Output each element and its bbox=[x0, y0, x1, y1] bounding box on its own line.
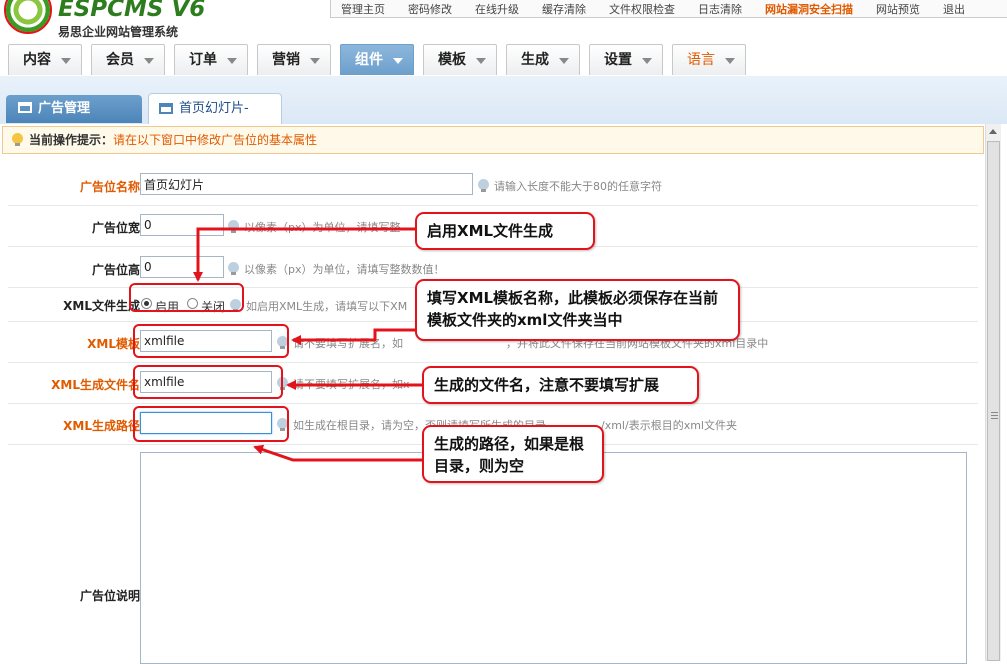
nav-tab-content[interactable]: 内容 bbox=[8, 44, 82, 75]
lightbulb-icon bbox=[228, 220, 239, 233]
chevron-down-icon bbox=[227, 58, 237, 64]
chevron-down-icon bbox=[310, 58, 320, 64]
field-tip: 请输入长度不能大于80的任意字符 bbox=[478, 178, 662, 194]
logo-brand: ESPCMS V6 bbox=[58, 0, 206, 22]
nav-tab-order[interactable]: 订单 bbox=[174, 44, 248, 75]
top-link-upgrade[interactable]: 在线升级 bbox=[465, 1, 519, 17]
logo-emblem-icon bbox=[4, 0, 52, 34]
tip-text: 请输入长度不能大于80的任意字符 bbox=[494, 180, 662, 193]
tip-text-tail: /xml/表示根目的xml文件夹 bbox=[601, 419, 737, 432]
tip-text: 请不要填写扩展名，如x bbox=[293, 378, 410, 391]
espcms-logo: ESPCMS V6 易思企业网站管理系统 bbox=[0, 0, 330, 42]
ad-width-input[interactable] bbox=[140, 214, 224, 236]
nav-tab-label: 生成 bbox=[521, 52, 549, 68]
nav-tab-marketing[interactable]: 营销 bbox=[257, 44, 331, 75]
chevron-down-icon bbox=[144, 58, 154, 64]
hint-text: 请在以下窗口中修改广告位的基本属性 bbox=[113, 133, 318, 147]
highlight-radio-group bbox=[129, 283, 244, 312]
field-tip: 如启用XML生成，请填写以下XM bbox=[230, 298, 408, 314]
nav-tab-generate[interactable]: 生成 bbox=[506, 44, 580, 75]
highlight-xml-path bbox=[133, 406, 289, 442]
nav-tab-components[interactable]: 组件 bbox=[340, 44, 414, 75]
callout-enable-xml: 启用XML文件生成 bbox=[415, 212, 595, 250]
top-link-logout[interactable]: 退出 bbox=[933, 1, 965, 17]
nav-tab-label: 营销 bbox=[272, 52, 300, 68]
chevron-down-icon bbox=[642, 58, 652, 64]
callout-xml-template: 填写XML模板名称，此模板必须保存在当前模板文件夹的xml文件夹当中 bbox=[415, 279, 740, 341]
main-nav: 内容 会员 订单 营销 组件 模板 生成 设置 语言 bbox=[0, 44, 1007, 77]
field-label: 广告位宽 bbox=[91, 221, 140, 235]
highlight-xml-template bbox=[133, 324, 289, 358]
lightbulb-icon bbox=[12, 133, 23, 146]
ad-description-textarea[interactable] bbox=[140, 452, 967, 664]
nav-tab-label: 组件 bbox=[355, 52, 383, 68]
scrollbar-thumb[interactable] bbox=[987, 141, 1000, 661]
chevron-down-icon bbox=[725, 58, 735, 64]
tip-text: 以像素（px）为单位，请填写整 bbox=[244, 221, 401, 234]
window-icon bbox=[18, 102, 32, 113]
field-tip: 以像素（px）为单位，请填写整 bbox=[228, 219, 401, 235]
top-link-cache-clear[interactable]: 缓存清除 bbox=[532, 1, 586, 17]
field-tip: 以像素（px）为单位，请填写整数数值！ bbox=[228, 261, 445, 277]
nav-tab-label: 模板 bbox=[438, 52, 466, 68]
chevron-down-icon bbox=[61, 58, 71, 64]
callout-gen-path: 生成的路径，如果是根目录，则为空 bbox=[422, 425, 604, 483]
nav-tab-label: 订单 bbox=[189, 52, 217, 68]
nav-tab-settings[interactable]: 设置 bbox=[589, 44, 663, 75]
sub-tab-bar: 广告管理 首页幻灯片- bbox=[0, 76, 1007, 124]
chevron-down-icon bbox=[559, 58, 569, 64]
subtab-label: 首页幻灯片- bbox=[179, 101, 249, 116]
nav-tab-language[interactable]: 语言 bbox=[672, 44, 746, 75]
top-link-preview[interactable]: 网站预览 bbox=[866, 1, 920, 17]
chevron-down-icon bbox=[393, 58, 403, 64]
highlight-xml-filename bbox=[133, 365, 283, 399]
hint-label: 当前操作提示： bbox=[29, 133, 114, 147]
nav-tab-label: 内容 bbox=[23, 52, 51, 68]
operation-hint: 当前操作提示：请在以下窗口中修改广告位的基本属性 bbox=[2, 126, 984, 154]
top-link-security-scan[interactable]: 网站漏洞安全扫描 bbox=[755, 1, 853, 17]
top-links-bar: 管理主页 密码修改 在线升级 缓存清除 文件权限检查 日志清除 网站漏洞安全扫描… bbox=[330, 0, 1007, 18]
scroll-up-arrow-icon[interactable] bbox=[989, 129, 997, 134]
lightbulb-icon bbox=[228, 262, 239, 275]
ad-height-input[interactable] bbox=[140, 256, 224, 278]
field-label: 广告位名称 bbox=[79, 180, 140, 194]
field-label: XML生成路径 bbox=[63, 419, 140, 433]
ad-name-input[interactable] bbox=[140, 173, 473, 195]
grip-icon bbox=[991, 412, 998, 413]
row-name: 广告位名称 请输入长度不能大于80的任意字符 bbox=[8, 162, 978, 206]
top-link-permission-check[interactable]: 文件权限检查 bbox=[599, 1, 675, 17]
top-link-home[interactable]: 管理主页 bbox=[331, 1, 385, 17]
subtab-slideshow[interactable]: 首页幻灯片- bbox=[148, 93, 282, 124]
logo-subtitle: 易思企业网站管理系统 bbox=[58, 25, 179, 39]
window-edge bbox=[1001, 124, 1007, 661]
tip-text: 如启用XML生成，请填写以下XM bbox=[246, 300, 408, 313]
nav-tab-label: 语言 bbox=[687, 52, 715, 68]
subtab-label: 广告管理 bbox=[38, 101, 91, 116]
callout-file-name: 生成的文件名，注意不要填写扩展 bbox=[422, 366, 699, 404]
field-label: 广告位说明 bbox=[79, 589, 140, 603]
nav-tab-member[interactable]: 会员 bbox=[91, 44, 165, 75]
chevron-down-icon bbox=[476, 58, 486, 64]
tip-text: 以像素（px）为单位，请填写整数数值！ bbox=[244, 263, 445, 276]
nav-tab-template[interactable]: 模板 bbox=[423, 44, 497, 75]
nav-tab-label: 会员 bbox=[106, 52, 134, 68]
tip-text: 请不要填写扩展名，如 bbox=[293, 337, 403, 350]
field-tip: 请不要填写扩展名，如 bbox=[277, 335, 403, 351]
lightbulb-icon bbox=[478, 179, 489, 192]
top-link-password[interactable]: 密码修改 bbox=[398, 1, 452, 17]
subtab-ad-manage[interactable]: 广告管理 bbox=[6, 95, 142, 123]
top-link-log-clear[interactable]: 日志清除 bbox=[688, 1, 742, 17]
field-label: XML生成文件名 bbox=[51, 378, 140, 392]
field-label: 广告位高 bbox=[91, 263, 140, 277]
field-tip: 请不要填写扩展名，如x bbox=[277, 376, 410, 392]
window-icon bbox=[159, 103, 173, 114]
nav-tab-label: 设置 bbox=[604, 52, 632, 68]
vertical-scrollbar[interactable] bbox=[985, 124, 1001, 661]
